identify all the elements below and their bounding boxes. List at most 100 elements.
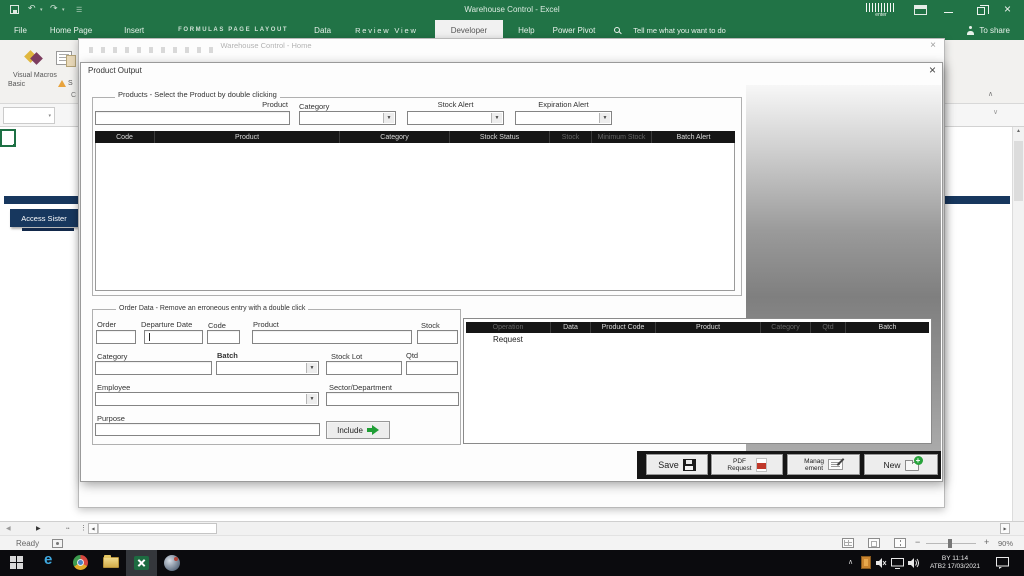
include-button[interactable]: Include: [326, 421, 390, 439]
formula-bar-expand-icon[interactable]: ∨: [993, 108, 998, 116]
employee-select[interactable]: ▼: [95, 392, 319, 406]
expiration-alert-select[interactable]: ▼: [515, 111, 612, 125]
file-explorer-icon[interactable]: [103, 554, 119, 568]
management-button[interactable]: Management: [787, 454, 860, 475]
product-filter-input[interactable]: [95, 111, 290, 125]
volume-icon[interactable]: [907, 557, 919, 569]
macro-record-icon[interactable]: [52, 539, 63, 548]
order-category-input[interactable]: [95, 361, 212, 375]
order-input[interactable]: [96, 330, 136, 344]
sheet-tab-menu-icon[interactable]: ⋮: [80, 524, 87, 532]
action-center-icon[interactable]: [996, 557, 1009, 569]
tab-data[interactable]: Data: [305, 20, 340, 40]
code-input[interactable]: [207, 330, 240, 344]
qtd-input[interactable]: [406, 361, 458, 375]
name-box[interactable]: ▾: [3, 107, 55, 124]
dropdown-arrow-icon[interactable]: ▼: [306, 394, 317, 404]
excel-taskbar-active[interactable]: [126, 550, 157, 576]
fill-handle[interactable]: [13, 144, 16, 147]
stock-input[interactable]: [417, 330, 458, 344]
column-header[interactable]: Batch: [846, 322, 929, 333]
minimize-button[interactable]: [944, 12, 953, 13]
column-header[interactable]: Category: [761, 322, 811, 333]
restore-button[interactable]: [977, 7, 985, 15]
dropdown-arrow-icon[interactable]: ▼: [491, 113, 502, 123]
name-box-dropdown-icon[interactable]: ▾: [48, 113, 51, 119]
macros-icon[interactable]: [56, 51, 72, 65]
normal-view-icon[interactable]: [842, 538, 854, 548]
macro-security-icon[interactable]: [58, 80, 66, 87]
share-button[interactable]: To share: [979, 20, 1024, 40]
selected-cell-a1[interactable]: [0, 129, 16, 147]
tab-help[interactable]: Help: [509, 20, 543, 40]
column-header[interactable]: Qtd: [811, 322, 846, 333]
tab-developer[interactable]: Developer: [435, 20, 503, 40]
tray-expand-icon[interactable]: ∧: [848, 558, 853, 566]
zoom-out-icon[interactable]: −: [915, 537, 920, 547]
tab-file[interactable]: File: [0, 20, 41, 40]
tab-insert[interactable]: Insert: [115, 20, 153, 40]
tray-clock[interactable]: BY 11:14 ATB2 17/03/2021: [922, 555, 988, 571]
column-header[interactable]: Stock: [550, 131, 592, 143]
pdf-request-button[interactable]: PDFRequest: [711, 454, 783, 475]
tab-home-page[interactable]: Home Page: [41, 20, 101, 40]
departure-date-input[interactable]: [144, 330, 203, 344]
sheet-prev-icon[interactable]: ◀: [6, 525, 11, 532]
dialog-close-icon[interactable]: ×: [929, 63, 936, 77]
tray-app-icon[interactable]: [861, 556, 871, 569]
column-header[interactable]: Stock Status: [450, 131, 550, 143]
network-display-icon[interactable]: [891, 558, 904, 569]
stock-alert-select[interactable]: ▼: [407, 111, 504, 125]
category-filter-select[interactable]: ▼: [299, 111, 396, 125]
page-layout-view-icon[interactable]: [868, 538, 880, 548]
new-button[interactable]: New +: [864, 454, 938, 475]
tab-formulas-page-layout[interactable]: FORMULAS PAGE LAYOUT: [169, 20, 297, 40]
sheet-next-icon[interactable]: ▶: [36, 525, 41, 532]
dropdown-arrow-icon[interactable]: ▼: [306, 363, 317, 373]
column-header[interactable]: Product: [656, 322, 761, 333]
batch-select[interactable]: ▼: [216, 361, 319, 375]
column-header[interactable]: Product Code: [591, 322, 656, 333]
edge-icon[interactable]: e: [44, 551, 52, 568]
tell-me-box[interactable]: Tell me what you want to do: [624, 20, 735, 40]
column-header[interactable]: Batch Alert: [652, 131, 735, 143]
chrome-icon[interactable]: [73, 555, 88, 570]
media-app-icon[interactable]: [164, 555, 180, 571]
zoom-slider-handle[interactable]: [948, 539, 952, 548]
tab-power-pivot[interactable]: Power Pivot: [544, 20, 605, 40]
save-button[interactable]: Save: [646, 454, 708, 475]
hscroll-left-icon[interactable]: ◀: [88, 523, 98, 534]
access-sister-button[interactable]: Access Sister: [10, 209, 78, 227]
visual-basic-icon[interactable]: [24, 49, 44, 67]
column-header[interactable]: Category: [340, 131, 450, 143]
products-table[interactable]: [95, 131, 735, 291]
tell-me-search-icon[interactable]: [604, 20, 624, 40]
scroll-up-icon[interactable]: ▲: [1013, 128, 1024, 139]
dropdown-arrow-icon[interactable]: ▼: [599, 113, 610, 123]
close-button[interactable]: ×: [1004, 2, 1011, 16]
zoom-in-icon[interactable]: +: [984, 537, 989, 547]
request-table[interactable]: Operation Data Product Code Product Cate…: [463, 318, 932, 444]
vertical-scrollbar[interactable]: ▲: [1012, 127, 1024, 521]
volume-muted-icon[interactable]: [875, 557, 887, 569]
hscroll-right-icon[interactable]: ▶: [1000, 523, 1010, 534]
horizontal-scrollbar[interactable]: [98, 523, 217, 534]
column-header[interactable]: Data: [551, 322, 591, 333]
page-break-view-icon[interactable]: [894, 538, 906, 548]
collapse-ribbon-icon[interactable]: ∧: [988, 90, 993, 98]
dropdown-arrow-icon[interactable]: ▼: [383, 113, 394, 123]
home-window-close-icon[interactable]: ×: [930, 40, 936, 51]
column-header[interactable]: Code: [95, 131, 155, 143]
column-header[interactable]: Product: [155, 131, 340, 143]
order-product-input[interactable]: [252, 330, 412, 344]
column-header[interactable]: Minimum Stock: [592, 131, 652, 143]
ribbon-display-options-icon[interactable]: [914, 5, 927, 15]
vertical-scroll-thumb[interactable]: [1014, 141, 1023, 201]
column-header[interactable]: Operation: [466, 322, 551, 333]
zoom-level-label[interactable]: 90%: [998, 539, 1013, 548]
stock-lot-input[interactable]: [326, 361, 402, 375]
tab-review-view[interactable]: Review View: [346, 20, 427, 40]
request-row-label[interactable]: Request: [493, 335, 523, 344]
purpose-input[interactable]: [95, 423, 320, 436]
start-button[interactable]: [10, 556, 23, 569]
